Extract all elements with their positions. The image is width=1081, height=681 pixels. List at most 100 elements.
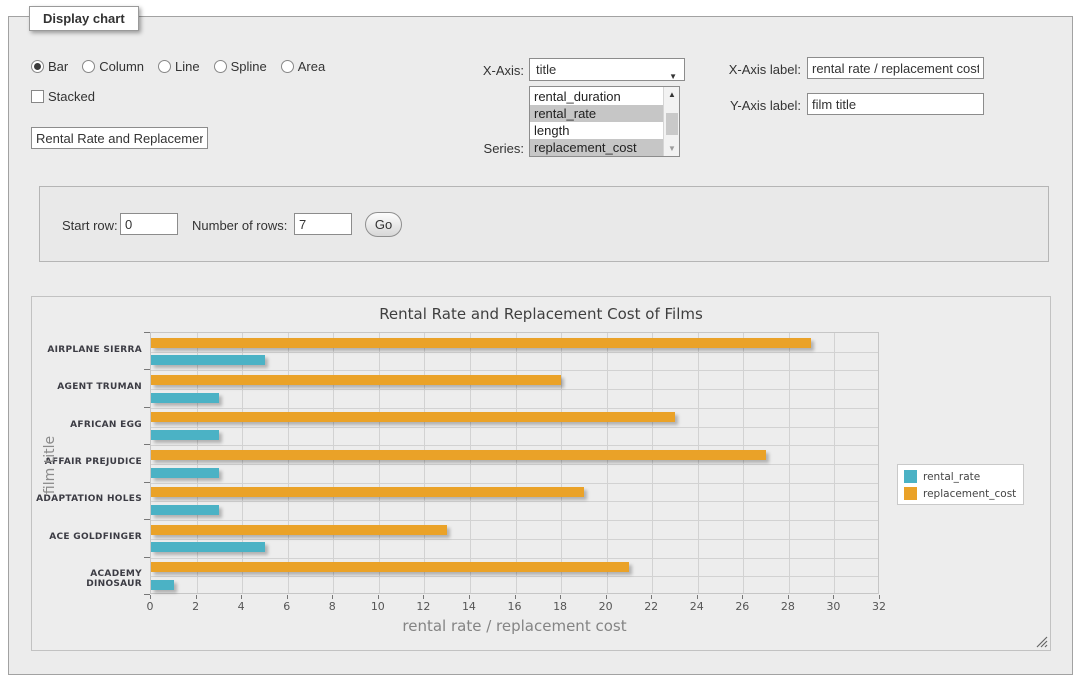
gridline-horizontal: [151, 427, 878, 428]
gridline-vertical: [834, 333, 835, 593]
chart-resize-handle[interactable]: [1036, 636, 1048, 648]
gridline-horizontal: [151, 389, 878, 390]
bar-replacement_cost: [151, 487, 584, 497]
radio-label: Area: [298, 59, 325, 74]
x-axis-tick-label: 18: [545, 600, 575, 613]
y-axis-label-input[interactable]: [807, 93, 984, 115]
bar-replacement_cost: [151, 338, 811, 348]
gridline-vertical: [333, 333, 334, 593]
stacked-checkbox-option[interactable]: Stacked: [31, 89, 95, 104]
gridline-vertical: [607, 333, 608, 593]
bar-rental_rate: [151, 505, 219, 515]
x-axis-tick: [423, 595, 424, 599]
number-of-rows-label: Number of rows:: [192, 218, 287, 233]
x-axis-tick: [742, 595, 743, 599]
x-axis-tick: [606, 595, 607, 599]
number-of-rows-input[interactable]: [294, 213, 352, 235]
x-axis-tick-label: 26: [727, 600, 757, 613]
x-axis-tick: [833, 595, 834, 599]
x-axis-select[interactable]: title ▼: [529, 58, 685, 81]
chart-title-input[interactable]: [31, 127, 208, 149]
select-dropdown-arrow-icon: ▼: [669, 66, 677, 87]
gridline-horizontal: [151, 576, 878, 577]
series-option-replacement_cost[interactable]: replacement_cost: [530, 139, 663, 156]
category-label: AGENT TRUMAN: [32, 382, 142, 392]
legend-swatch-icon: [904, 470, 917, 483]
gridline-vertical: [288, 333, 289, 593]
gridline-horizontal: [151, 520, 878, 521]
radio-icon[interactable]: [281, 60, 294, 73]
gridline-vertical: [242, 333, 243, 593]
x-axis-selected-value: title: [536, 62, 556, 77]
bar-rental_rate: [151, 430, 219, 440]
series-option-rental_rate[interactable]: rental_rate: [530, 105, 663, 122]
x-axis-tick-label: 24: [682, 600, 712, 613]
go-button[interactable]: Go: [365, 212, 402, 237]
y-axis-tick: [144, 332, 150, 333]
stacked-label: Stacked: [48, 89, 95, 104]
listbox-scrollbar[interactable]: ▲ ▼: [663, 87, 679, 156]
start-row-input[interactable]: [120, 213, 178, 235]
chart-y-axis-label: film title: [42, 410, 58, 520]
gridline-horizontal: [151, 408, 878, 409]
radio-label: Spline: [231, 59, 267, 74]
stacked-checkbox[interactable]: [31, 90, 44, 103]
chart-type-radio-area[interactable]: Area: [281, 59, 325, 74]
radio-icon[interactable]: [214, 60, 227, 73]
gridline-horizontal: [151, 483, 878, 484]
chart-type-radio-line[interactable]: Line: [158, 59, 200, 74]
radio-icon[interactable]: [158, 60, 171, 73]
scroll-down-arrow-icon[interactable]: ▼: [664, 141, 680, 156]
x-axis-tick-label: 22: [636, 600, 666, 613]
y-axis-tick: [144, 369, 150, 370]
x-axis-label-caption: X-Axis label:: [709, 62, 801, 77]
radio-label: Line: [175, 59, 200, 74]
gridline-horizontal: [151, 352, 878, 353]
gridline-horizontal: [151, 501, 878, 502]
x-axis-tick-label: 20: [591, 600, 621, 613]
gridline-vertical: [424, 333, 425, 593]
chart-type-radio-column[interactable]: Column: [82, 59, 144, 74]
gridline-vertical: [379, 333, 380, 593]
chart-plot-area: [150, 332, 879, 594]
x-axis-tick: [378, 595, 379, 599]
bar-rental_rate: [151, 542, 265, 552]
fieldset-legend-title: Display chart: [29, 6, 139, 31]
bar-replacement_cost: [151, 450, 766, 460]
legend-label: replacement_cost: [923, 488, 1016, 500]
bar-replacement_cost: [151, 375, 561, 385]
x-axis-label-input[interactable]: [807, 57, 984, 79]
x-axis-tick: [788, 595, 789, 599]
x-axis-tick-label: 30: [818, 600, 848, 613]
series-option-length[interactable]: length: [530, 122, 663, 139]
series-option-rental_duration[interactable]: rental_duration: [530, 88, 663, 105]
scrollbar-thumb[interactable]: [666, 113, 678, 135]
gridline-vertical: [743, 333, 744, 593]
gridline-horizontal: [151, 370, 878, 371]
x-axis-tick: [651, 595, 652, 599]
y-axis-tick: [144, 407, 150, 408]
radio-icon[interactable]: [82, 60, 95, 73]
series-listbox[interactable]: rental_durationrental_ratelengthreplacem…: [529, 86, 680, 157]
scroll-up-arrow-icon[interactable]: ▲: [664, 87, 680, 102]
y-axis-tick: [144, 557, 150, 558]
chart-type-radio-spline[interactable]: Spline: [214, 59, 267, 74]
radio-label: Bar: [48, 59, 68, 74]
legend-entry-replacement_cost: replacement_cost: [904, 487, 1016, 500]
x-axis-tick-label: 12: [408, 600, 438, 613]
chart-type-radio-bar[interactable]: Bar: [31, 59, 68, 74]
category-label: ACADEMY DINOSAUR: [32, 569, 142, 589]
gridline-vertical: [561, 333, 562, 593]
chart-type-radio-group: Bar Column Line Spline Area: [31, 59, 325, 74]
x-axis-tick-label: 2: [181, 600, 211, 613]
category-label: AIRPLANE SIERRA: [32, 345, 142, 355]
bar-rental_rate: [151, 355, 265, 365]
legend-swatch-icon: [904, 487, 917, 500]
bar-replacement_cost: [151, 525, 447, 535]
radio-icon[interactable]: [31, 60, 44, 73]
legend-entry-rental_rate: rental_rate: [904, 470, 1016, 483]
x-axis-tick-label: 16: [500, 600, 530, 613]
gridline-horizontal: [151, 445, 878, 446]
x-axis-tick-label: 0: [135, 600, 165, 613]
x-axis-tick-label: 14: [454, 600, 484, 613]
